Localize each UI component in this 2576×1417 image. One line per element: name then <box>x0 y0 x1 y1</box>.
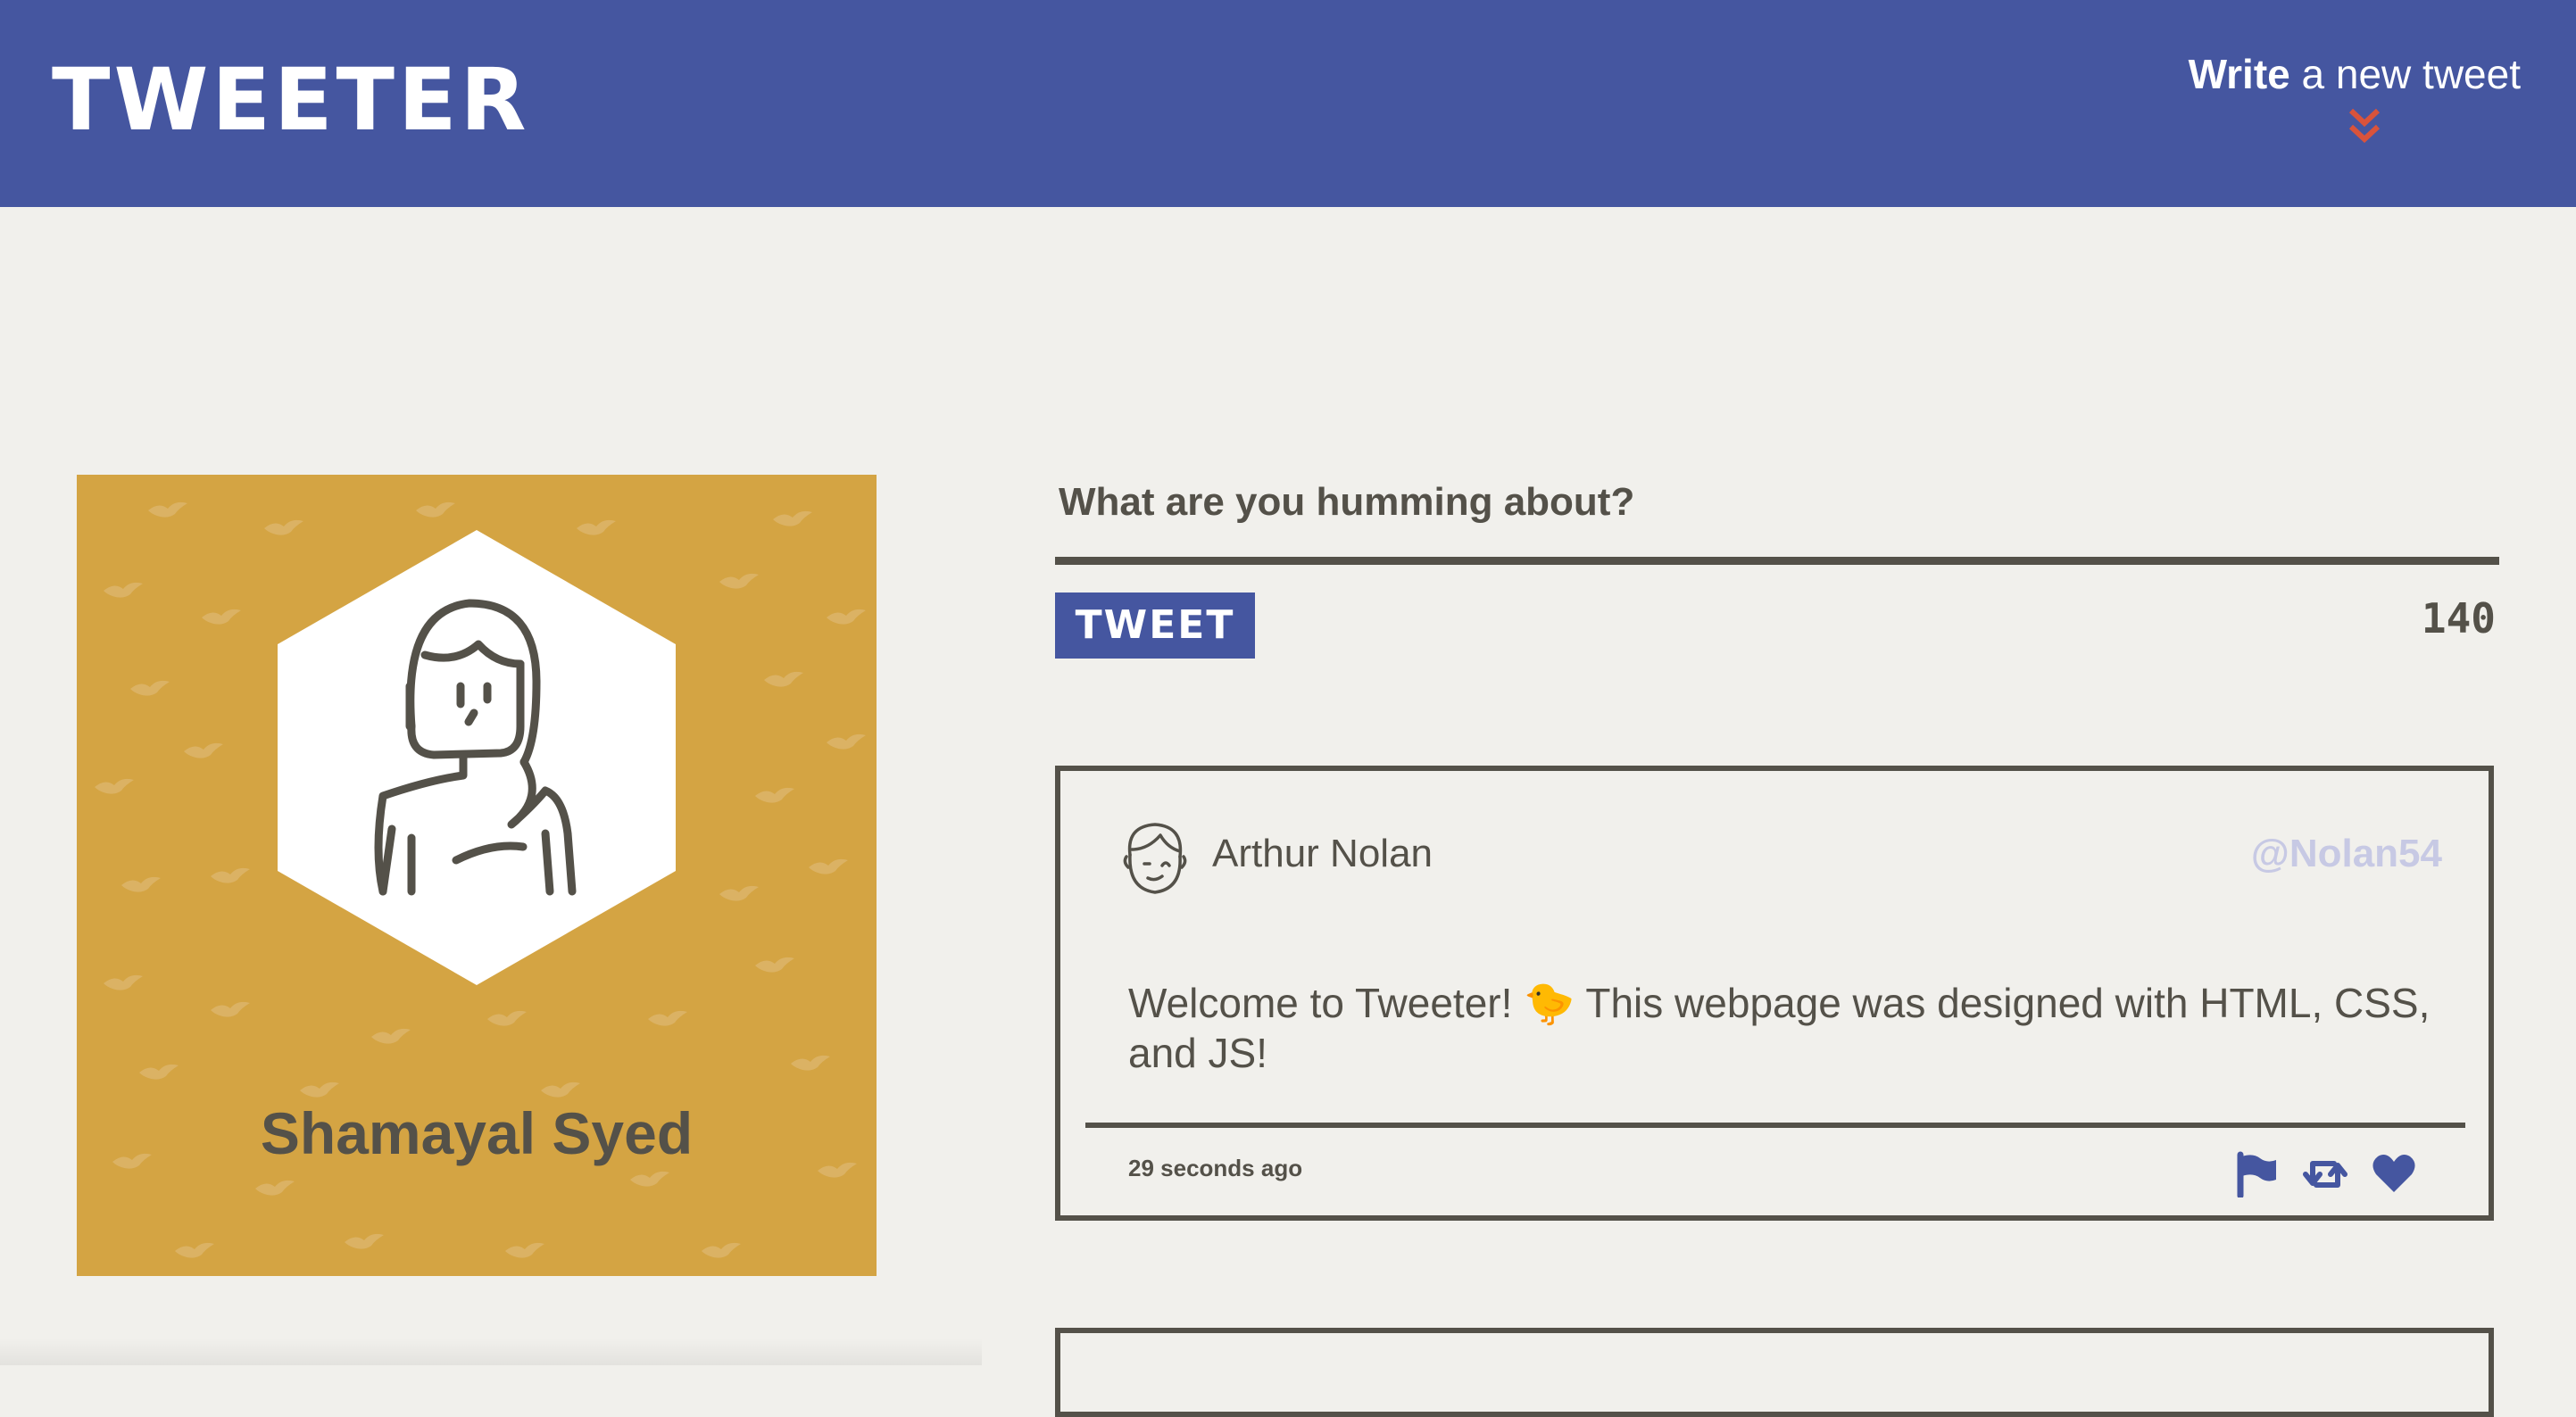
profile-name: Shamayal Syed <box>260 1100 694 1166</box>
tweet-author-handle[interactable]: @Nolan54 <box>2251 832 2442 876</box>
footer-shadow <box>0 1338 982 1365</box>
flag-icon[interactable] <box>2233 1151 2280 1197</box>
top-nav: TWEETER Write a new tweet <box>0 0 2576 207</box>
tweet-author-name[interactable]: Arthur Nolan <box>1212 832 1433 876</box>
character-counter: 140 <box>2421 594 2496 642</box>
write-label-rest: a new tweet <box>2289 51 2522 97</box>
compose-label: What are you humming about? <box>1059 480 1635 524</box>
heart-icon[interactable] <box>2371 1151 2417 1197</box>
tweet-actions <box>2215 1151 2417 1197</box>
profile-card: Shamayal Syed <box>77 475 877 1276</box>
write-new-tweet-link[interactable]: Write a new tweet <box>2189 50 2521 98</box>
tweet-button[interactable]: TWEET <box>1055 592 1255 659</box>
avatar <box>278 530 676 985</box>
app-logo[interactable]: TWEETER <box>52 46 530 153</box>
tweet-card <box>1055 1328 2494 1417</box>
tweet-divider <box>1085 1123 2465 1128</box>
user-avatar-icon <box>1123 823 1187 894</box>
retweet-icon[interactable] <box>2302 1151 2348 1197</box>
write-bold-label: Write <box>2188 51 2290 97</box>
double-chevron-down-icon[interactable] <box>2347 105 2381 148</box>
tweet-card: Arthur Nolan @Nolan54 Welcome to Tweeter… <box>1055 766 2494 1221</box>
tweet-text: Welcome to Tweeter! 🐤 This webpage was d… <box>1128 980 2431 1076</box>
tweet-timestamp: 29 seconds ago <box>1128 1155 1303 1181</box>
compose-textarea[interactable] <box>1055 523 2499 565</box>
